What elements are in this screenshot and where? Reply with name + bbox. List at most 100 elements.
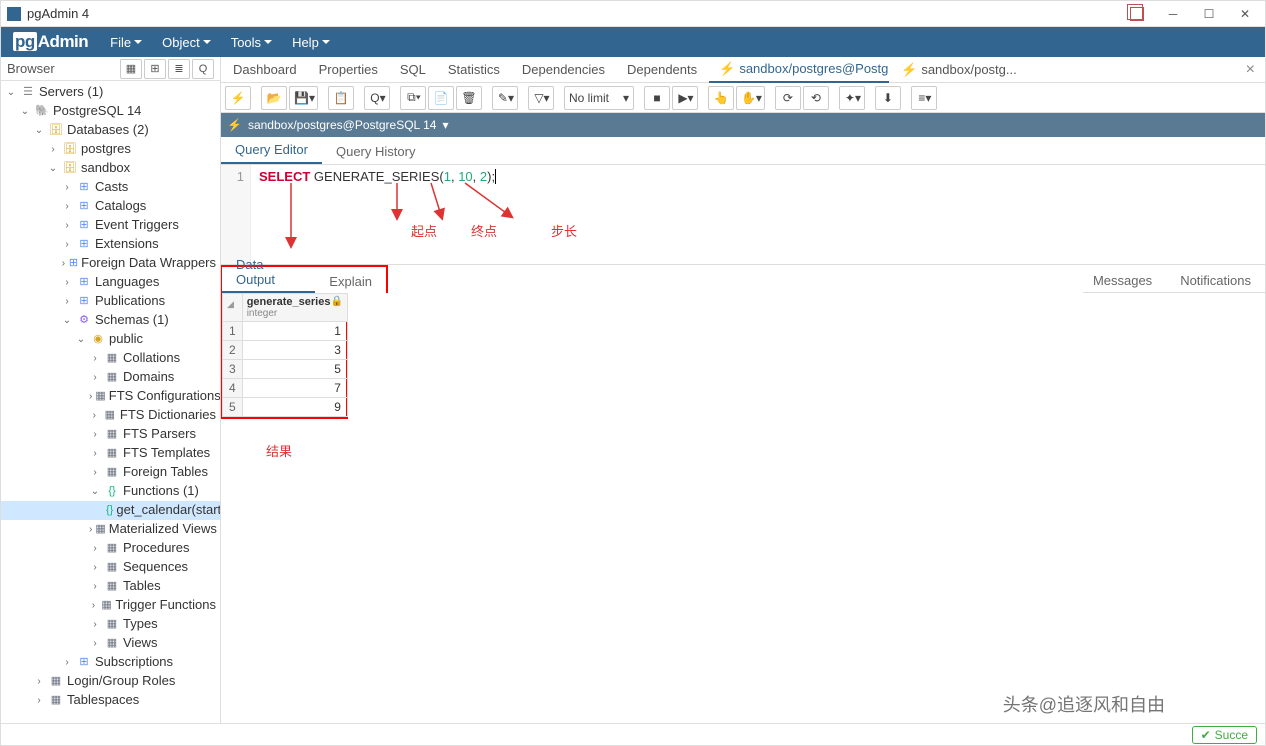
chevron-right-icon[interactable]: › <box>33 675 45 688</box>
tree-item[interactable]: ›▦Types <box>1 615 220 634</box>
chevron-right-icon[interactable]: › <box>89 447 101 460</box>
select-all-icon[interactable]: ◢ <box>227 299 234 309</box>
tab-dashboard[interactable]: Dashboard <box>223 58 307 81</box>
cell-value[interactable]: 7 <box>242 379 347 398</box>
panel-list-icon[interactable]: ≣ <box>168 59 190 79</box>
chevron-right-icon[interactable]: › <box>61 238 73 251</box>
result-row[interactable]: 11 <box>223 322 348 341</box>
open-file-icon[interactable]: 📂 <box>261 86 287 110</box>
result-row[interactable]: 47 <box>223 379 348 398</box>
execute-icon[interactable]: ▶▾ <box>672 86 698 110</box>
panel-layout-icon[interactable]: ▦ <box>120 59 142 79</box>
chevron-right-icon[interactable]: › <box>61 181 73 194</box>
tree-item[interactable]: ›▦FTS Templates <box>1 444 220 463</box>
chevron-down-icon[interactable]: ⌄ <box>5 86 17 99</box>
chevron-right-icon[interactable]: › <box>61 276 73 289</box>
tree-item[interactable]: ›▦Login/Group Roles <box>1 672 220 691</box>
chevron-right-icon[interactable]: › <box>89 618 101 631</box>
tree-item[interactable]: ⌄🗄Databases (2) <box>1 121 220 140</box>
chevron-right-icon[interactable]: › <box>89 561 101 574</box>
copy-icon[interactable]: ⧉▾ <box>400 86 426 110</box>
cell-value[interactable]: 1 <box>242 322 347 341</box>
chevron-right-icon[interactable]: › <box>89 390 92 403</box>
chevron-right-icon[interactable]: › <box>89 409 100 422</box>
close-button[interactable]: ✕ <box>1231 4 1259 24</box>
save-file-icon[interactable]: 💾▾ <box>289 86 318 110</box>
chevron-down-icon[interactable]: ⌄ <box>33 124 45 137</box>
tab-query-editor[interactable]: Query Editor <box>221 137 322 164</box>
tab-explain[interactable]: Explain <box>315 270 386 293</box>
tab-statistics[interactable]: Statistics <box>438 58 510 81</box>
chevron-right-icon[interactable]: › <box>47 143 59 156</box>
tab-dependents[interactable]: Dependents <box>617 58 707 81</box>
tree-item[interactable]: ›▦Procedures <box>1 539 220 558</box>
tree-item[interactable]: ›▦Tablespaces <box>1 691 220 710</box>
tab-query-tool-2[interactable]: ⚡ sandbox/postg... <box>891 58 1027 82</box>
flash-icon[interactable]: ⚡ <box>225 86 251 110</box>
chevron-right-icon[interactable]: › <box>89 599 98 612</box>
tree-item[interactable]: ›▦FTS Dictionaries <box>1 406 220 425</box>
tree-item[interactable]: ›▦Collations <box>1 349 220 368</box>
tree-item[interactable]: ›▦Foreign Tables <box>1 463 220 482</box>
tree-item[interactable]: ›▦Views <box>1 634 220 653</box>
tree-item[interactable]: ⌄🗄sandbox <box>1 159 220 178</box>
tree-item[interactable]: ›▦FTS Configurations <box>1 387 220 406</box>
sql-editor[interactable]: 1 SELECT GENERATE_SERIES(1, 10, 2); 起点 终… <box>221 165 1265 265</box>
download-icon[interactable]: ⬇ <box>875 86 901 110</box>
chevron-right-icon[interactable]: › <box>89 580 101 593</box>
edit-icon[interactable]: ✎▾ <box>492 86 518 110</box>
tree-item[interactable]: ›▦FTS Parsers <box>1 425 220 444</box>
chevron-right-icon[interactable]: › <box>61 219 73 232</box>
chevron-right-icon[interactable]: › <box>61 200 73 213</box>
chevron-right-icon[interactable]: › <box>61 656 73 669</box>
chevron-right-icon[interactable]: › <box>89 352 101 365</box>
chevron-right-icon[interactable]: › <box>61 257 66 270</box>
tab-query-history[interactable]: Query History <box>322 139 429 164</box>
chevron-right-icon[interactable]: › <box>89 637 101 650</box>
result-row[interactable]: 59 <box>223 398 348 417</box>
chevron-down-icon[interactable]: ⌄ <box>61 314 73 327</box>
tab-properties[interactable]: Properties <box>309 58 388 81</box>
panel-grid-icon[interactable]: ⊞ <box>144 59 166 79</box>
tree-item[interactable]: ⌄◉public <box>1 330 220 349</box>
menu-file[interactable]: File <box>100 29 152 56</box>
filter-icon[interactable]: ▽▾ <box>528 86 554 110</box>
chevron-down-icon[interactable]: ▾ <box>442 118 448 132</box>
copy-sql-icon[interactable]: 📋 <box>328 86 354 110</box>
tree-item[interactable]: ›⊞Extensions <box>1 235 220 254</box>
chevron-down-icon[interactable]: ⌄ <box>47 162 59 175</box>
cell-value[interactable]: 9 <box>242 398 347 417</box>
restore-stack-icon[interactable] <box>1123 4 1151 24</box>
tree-item[interactable]: ›⊞Subscriptions <box>1 653 220 672</box>
tree-item[interactable]: ›⊞Languages <box>1 273 220 292</box>
menu-object[interactable]: Object <box>152 29 221 56</box>
minimize-button[interactable]: ─ <box>1159 4 1187 24</box>
connection-label[interactable]: sandbox/postgres@PostgreSQL 14 <box>248 118 437 132</box>
cell-value[interactable]: 3 <box>242 341 347 360</box>
explain-icon[interactable]: 👆 <box>708 86 734 110</box>
tree-item[interactable]: ›▦Materialized Views <box>1 520 220 539</box>
tree-item[interactable]: ›🗄postgres <box>1 140 220 159</box>
explain-analyze-icon[interactable]: ✋▾ <box>736 86 765 110</box>
chevron-right-icon[interactable]: › <box>89 523 92 536</box>
find-icon[interactable]: Q▾ <box>364 86 390 110</box>
menu-help[interactable]: Help <box>282 29 340 56</box>
clear-icon[interactable]: ✦▾ <box>839 86 865 110</box>
tree-item[interactable]: ›⊞Event Triggers <box>1 216 220 235</box>
result-row[interactable]: 35 <box>223 360 348 379</box>
result-row[interactable]: 23 <box>223 341 348 360</box>
tree-item[interactable]: ⌄☰Servers (1) <box>1 83 220 102</box>
tree-item[interactable]: ›⊞Publications <box>1 292 220 311</box>
tree-item[interactable]: ›▦Trigger Functions <box>1 596 220 615</box>
tree-item[interactable]: ⌄⚙Schemas (1) <box>1 311 220 330</box>
tab-messages[interactable]: Messages <box>733 269 1166 292</box>
tree-item[interactable]: ›⊞Casts <box>1 178 220 197</box>
menu-tools[interactable]: Tools <box>221 29 282 56</box>
object-tree[interactable]: ⌄☰Servers (1)⌄🐘PostgreSQL 14⌄🗄Databases … <box>1 81 220 723</box>
rollback-icon[interactable]: ⟲ <box>803 86 829 110</box>
tree-item[interactable]: ›▦Domains <box>1 368 220 387</box>
panel-search-icon[interactable]: Q <box>192 59 214 79</box>
tab-notifications[interactable]: Notifications <box>1166 269 1265 292</box>
delete-icon[interactable]: 🗑 <box>456 86 482 110</box>
maximize-button[interactable]: ☐ <box>1195 4 1223 24</box>
